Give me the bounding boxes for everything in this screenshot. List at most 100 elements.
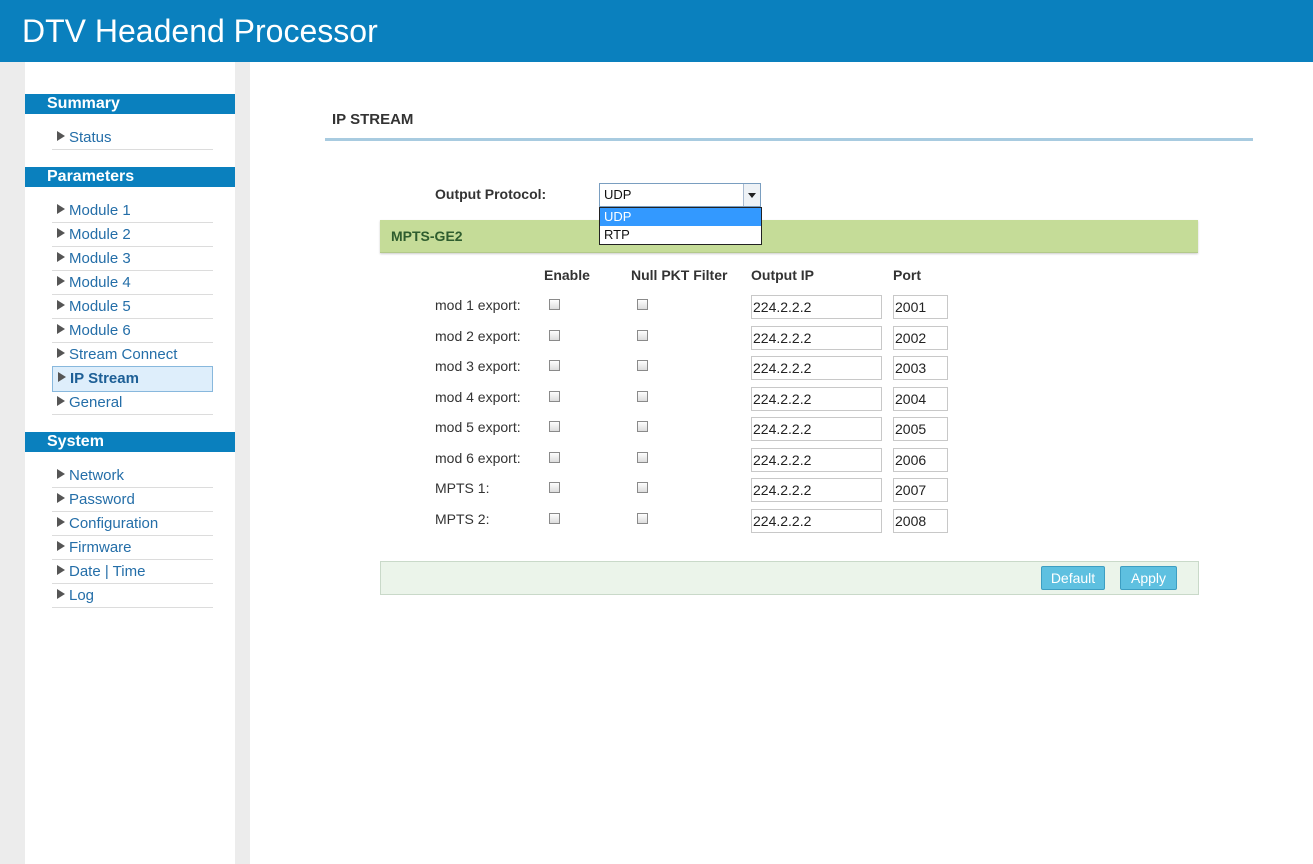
sidebar-item-label: Network (69, 467, 125, 484)
output-ip-input-mod-6[interactable]: 224.2.2.2 (751, 448, 882, 472)
section-header-mpts-ge2: MPTS-GE2 (380, 220, 1198, 253)
sidebar-item-module-6[interactable]: Module 6 (52, 319, 213, 343)
column-header-output-ip: Output IP (751, 267, 814, 283)
sidebar-item-label: Module 6 (69, 322, 131, 339)
column-header-null-pkt-filter: Null PKT Filter (631, 267, 728, 283)
app-header: DTV Headend Processor (0, 0, 1313, 62)
null-pkt-checkbox-mod-5[interactable] (637, 421, 648, 432)
sidebar-heading-parameters: Parameters (25, 167, 235, 187)
sidebar-item-module-3[interactable]: Module 3 (52, 247, 213, 271)
triangle-right-icon (57, 517, 65, 527)
triangle-right-icon (57, 228, 65, 238)
sidebar-item-label: Firmware (69, 539, 132, 556)
port-input-mod-5[interactable]: 2005 (893, 417, 948, 441)
sidebar-item-label: Configuration (69, 515, 159, 532)
sidebar-item-module-2[interactable]: Module 2 (52, 223, 213, 247)
column-header-enable: Enable (544, 267, 590, 283)
null-pkt-checkbox-mod-6[interactable] (637, 452, 648, 463)
section-title: MPTS-GE2 (391, 228, 463, 244)
port-input-mod-2[interactable]: 2002 (893, 326, 948, 350)
sidebar-item-label: Stream Connect (69, 346, 178, 363)
sidebar-item-label: Module 5 (69, 298, 131, 315)
output-ip-input-mpts-1[interactable]: 224.2.2.2 (751, 478, 882, 502)
null-pkt-checkbox-mpts-2[interactable] (637, 513, 648, 524)
null-pkt-checkbox-mod-3[interactable] (637, 360, 648, 371)
sidebar-item-label: Module 3 (69, 250, 131, 267)
enable-checkbox-mod-2[interactable] (549, 330, 560, 341)
output-ip-input-mod-5[interactable]: 224.2.2.2 (751, 417, 882, 441)
default-button[interactable]: Default (1041, 566, 1105, 590)
sidebar-item-module-1[interactable]: Module 1 (52, 199, 213, 223)
sidebar-item-ip-stream[interactable]: IP Stream (52, 366, 213, 392)
output-ip-input-mod-4[interactable]: 224.2.2.2 (751, 387, 882, 411)
column-header-port: Port (893, 267, 921, 283)
row-label-mod-5: mod 5 export: (435, 419, 521, 435)
sidebar-item-firmware[interactable]: Firmware (52, 536, 213, 560)
apply-button[interactable]: Apply (1120, 566, 1177, 590)
title-divider (325, 138, 1253, 141)
output-protocol-value: UDP (604, 187, 632, 202)
sidebar-item-module-4[interactable]: Module 4 (52, 271, 213, 295)
form-footer-bar: Default Apply (380, 561, 1199, 595)
row-label-mod-3: mod 3 export: (435, 358, 521, 374)
triangle-right-icon (57, 589, 65, 599)
sidebar-item-stream-connect[interactable]: Stream Connect (52, 343, 213, 367)
enable-checkbox-mod-1[interactable] (549, 299, 560, 310)
sidebar-item-network[interactable]: Network (52, 464, 213, 488)
triangle-right-icon (57, 469, 65, 479)
chevron-down-icon[interactable] (743, 184, 760, 206)
row-label-mod-2: mod 2 export: (435, 328, 521, 344)
dropdown-option-udp[interactable]: UDP (600, 208, 761, 226)
triangle-right-icon (57, 493, 65, 503)
enable-checkbox-mod-3[interactable] (549, 360, 560, 371)
row-label-mod-6: mod 6 export: (435, 450, 521, 466)
null-pkt-checkbox-mpts-1[interactable] (637, 482, 648, 493)
enable-checkbox-mod-4[interactable] (549, 391, 560, 402)
triangle-right-icon (57, 276, 65, 286)
triangle-right-icon (57, 565, 65, 575)
sidebar-item-password[interactable]: Password (52, 488, 213, 512)
port-input-mod-4[interactable]: 2004 (893, 387, 948, 411)
null-pkt-checkbox-mod-4[interactable] (637, 391, 648, 402)
sidebar-item-label: Module 2 (69, 226, 131, 243)
sidebar-heading-system: System (25, 432, 235, 452)
sidebar-item-date-time[interactable]: Date | Time (52, 560, 213, 584)
output-protocol-label: Output Protocol: (435, 186, 547, 202)
port-input-mod-6[interactable]: 2006 (893, 448, 948, 472)
triangle-right-icon (57, 348, 65, 358)
output-ip-input-mpts-2[interactable]: 224.2.2.2 (751, 509, 882, 533)
port-input-mod-1[interactable]: 2001 (893, 295, 948, 319)
row-label-mpts-1: MPTS 1: (435, 480, 490, 496)
main-content: IP STREAM Output Protocol: UDP UDP RTP M… (251, 62, 1313, 864)
output-protocol-dropdown: UDP RTP (599, 207, 762, 245)
output-ip-input-mod-3[interactable]: 224.2.2.2 (751, 356, 882, 380)
row-label-mod-1: mod 1 export: (435, 297, 521, 313)
null-pkt-checkbox-mod-2[interactable] (637, 330, 648, 341)
sidebar-item-label: Status (69, 129, 112, 146)
enable-checkbox-mod-5[interactable] (549, 421, 560, 432)
row-label-mpts-2: MPTS 2: (435, 511, 490, 527)
port-input-mpts-2[interactable]: 2008 (893, 509, 948, 533)
enable-checkbox-mpts-2[interactable] (549, 513, 560, 524)
enable-checkbox-mpts-1[interactable] (549, 482, 560, 493)
output-ip-input-mod-1[interactable]: 224.2.2.2 (751, 295, 882, 319)
enable-checkbox-mod-6[interactable] (549, 452, 560, 463)
dropdown-option-rtp[interactable]: RTP (600, 226, 761, 244)
output-protocol-select[interactable]: UDP (599, 183, 761, 207)
output-ip-input-mod-2[interactable]: 224.2.2.2 (751, 326, 882, 350)
sidebar-item-module-5[interactable]: Module 5 (52, 295, 213, 319)
sidebar-item-log[interactable]: Log (52, 584, 213, 608)
sidebar-item-label: General (69, 394, 123, 411)
sidebar-item-label: Date | Time (69, 563, 146, 580)
row-label-mod-4: mod 4 export: (435, 389, 521, 405)
triangle-right-icon (57, 300, 65, 310)
sidebar-item-status[interactable]: Status (52, 126, 213, 150)
null-pkt-checkbox-mod-1[interactable] (637, 299, 648, 310)
sidebar-item-configuration[interactable]: Configuration (52, 512, 213, 536)
triangle-right-icon (57, 396, 65, 406)
triangle-right-icon (57, 131, 65, 141)
sidebar-item-general[interactable]: General (52, 391, 213, 415)
triangle-right-icon (57, 324, 65, 334)
port-input-mod-3[interactable]: 2003 (893, 356, 948, 380)
port-input-mpts-1[interactable]: 2007 (893, 478, 948, 502)
